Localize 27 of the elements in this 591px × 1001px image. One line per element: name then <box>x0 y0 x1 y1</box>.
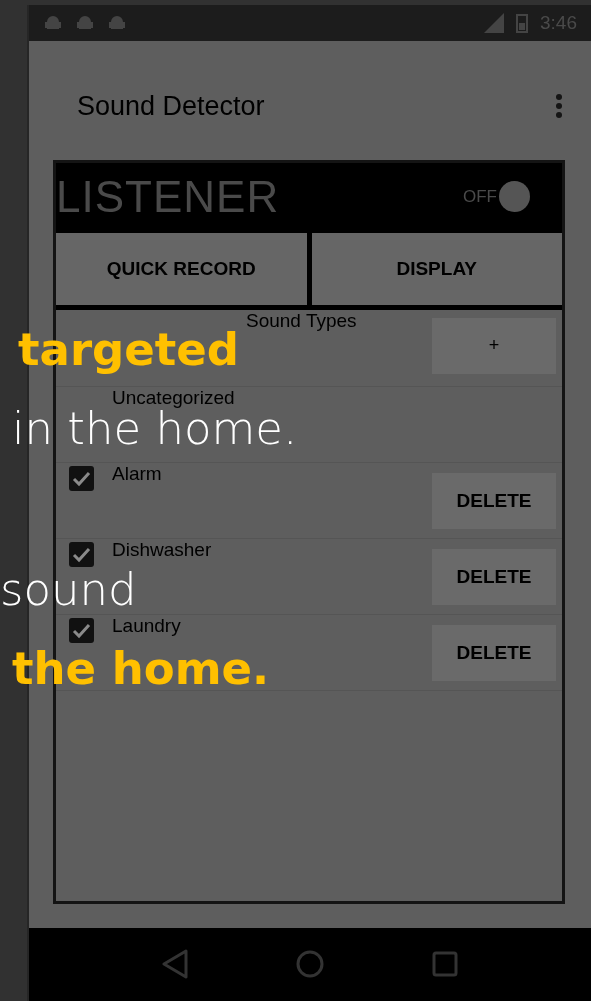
sound-type-name: Alarm <box>112 463 162 484</box>
delete-button[interactable]: DELETE <box>432 548 556 605</box>
overflow-menu-icon[interactable] <box>555 93 563 120</box>
switch-label: OFF <box>463 186 497 207</box>
signal-icon <box>482 12 504 33</box>
checkbox[interactable] <box>68 616 95 644</box>
sound-type-name: Laundry <box>112 615 181 636</box>
sound-type-name: Dishwasher <box>112 539 212 560</box>
overlay-caption: the home. <box>12 648 270 689</box>
home-icon[interactable] <box>295 949 325 980</box>
action-button[interactable]: QUICK RECORD <box>56 232 307 305</box>
checkbox[interactable] <box>68 540 95 568</box>
back-icon[interactable] <box>162 949 189 980</box>
recents-icon[interactable] <box>431 951 458 978</box>
listener-title: LISTENER <box>56 171 281 222</box>
app-title: Sound Detector <box>77 90 266 122</box>
checkbox[interactable] <box>68 464 95 492</box>
sound-type-name: Uncategorized <box>112 387 235 408</box>
toggle-switch[interactable] <box>499 181 530 213</box>
battery-icon <box>516 12 528 33</box>
overlay-caption: sound <box>0 570 137 611</box>
delete-button[interactable]: DELETE <box>432 472 556 529</box>
delete-button[interactable]: DELETE <box>432 624 556 681</box>
overlay-caption: in the home. <box>12 408 298 449</box>
list-header: Sound Types <box>246 310 357 331</box>
action-button[interactable]: DISPLAY <box>311 232 562 305</box>
add-button[interactable]: + <box>432 317 556 374</box>
